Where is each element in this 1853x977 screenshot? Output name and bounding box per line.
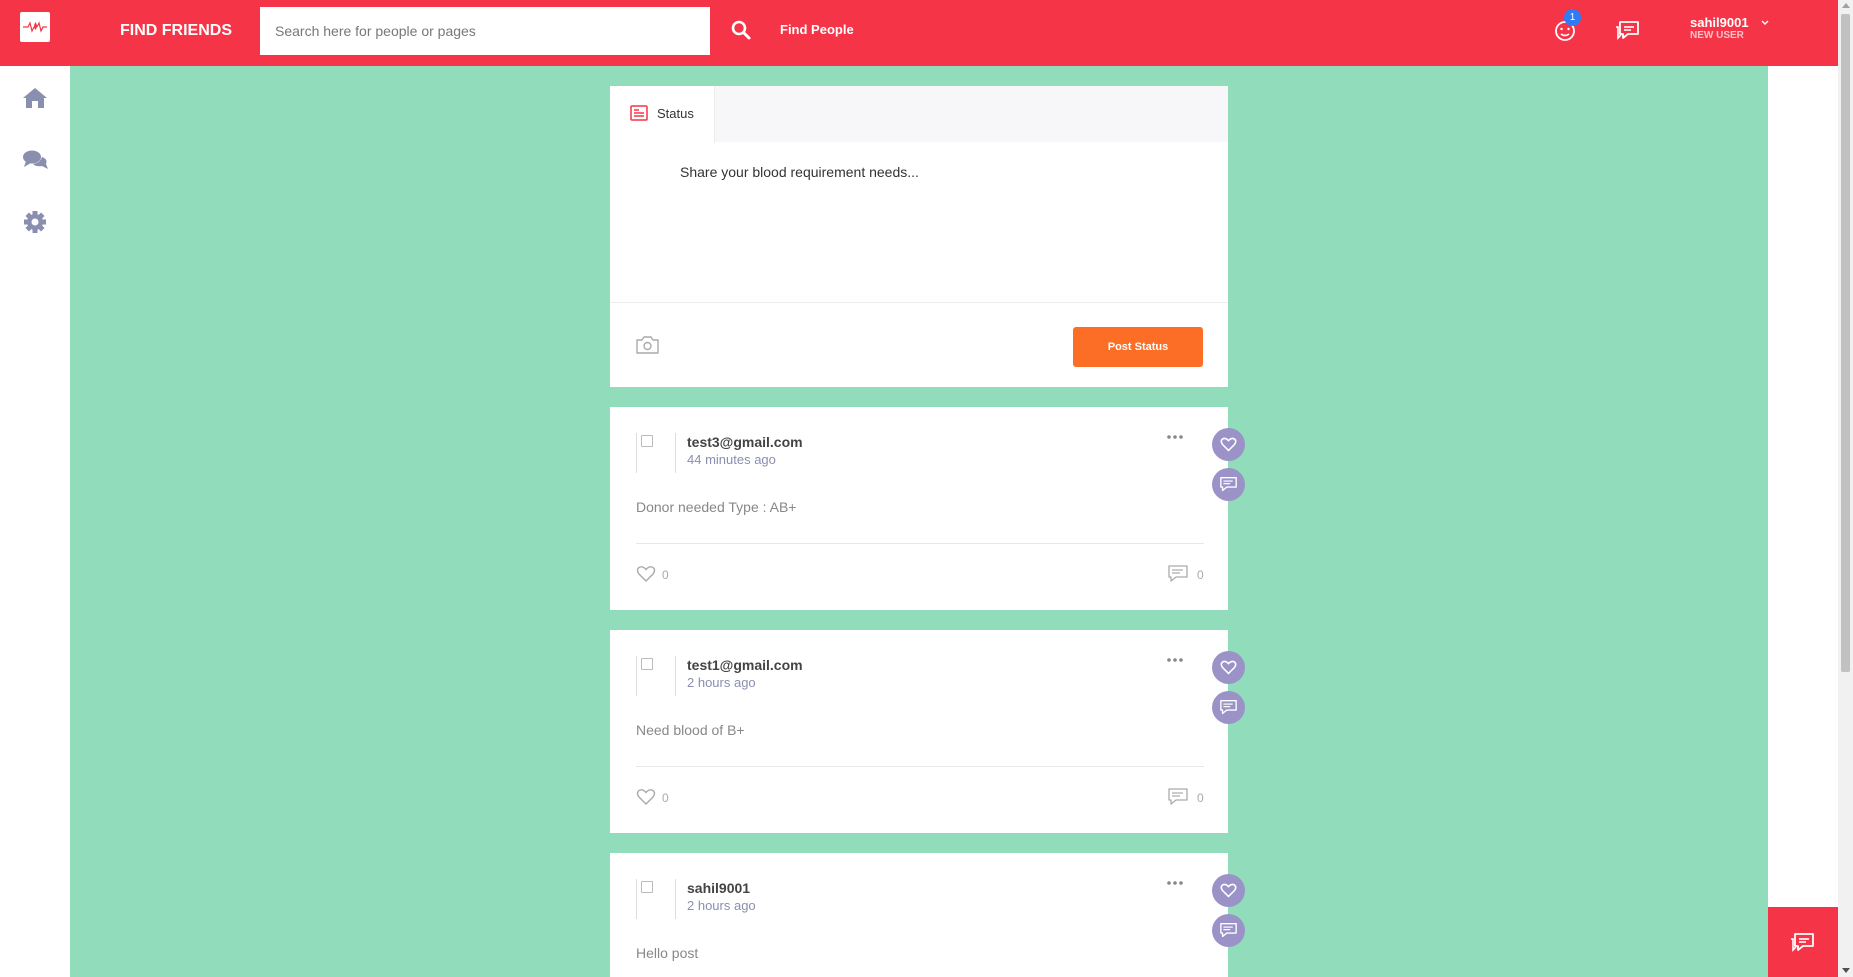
composer-divider <box>610 302 1228 303</box>
home-icon[interactable] <box>22 86 48 110</box>
open-chat-button[interactable] <box>1768 907 1838 977</box>
avatar[interactable] <box>636 879 676 919</box>
camera-icon[interactable] <box>635 335 660 355</box>
post-card: test1@gmail.com 2 hours ago Need blood o… <box>610 630 1228 833</box>
scroll-up-arrow-icon[interactable] <box>1842 3 1850 8</box>
comment-icon[interactable] <box>1168 565 1188 583</box>
like-float-button[interactable] <box>1212 428 1245 461</box>
scroll-down-arrow-icon[interactable] <box>1842 968 1850 973</box>
post-divider <box>636 543 1204 544</box>
post-divider <box>636 766 1204 767</box>
search-input[interactable] <box>260 7 710 55</box>
top-navbar: FIND FRIENDS Find People 1 sahil9001 NEW… <box>0 0 1838 66</box>
heart-icon <box>1220 660 1237 675</box>
avatar[interactable] <box>636 433 676 473</box>
left-sidebar <box>0 66 70 977</box>
comment-icon <box>1220 923 1237 938</box>
gear-icon[interactable] <box>22 210 48 234</box>
more-options-icon[interactable] <box>1165 655 1185 665</box>
like-float-button[interactable] <box>1212 651 1245 684</box>
heart-icon <box>1220 883 1237 898</box>
status-composer: Status Post Status <box>610 86 1228 387</box>
post-text: Hello post <box>636 945 699 961</box>
like-count: 0 <box>662 791 669 805</box>
comment-float-button[interactable] <box>1212 691 1245 724</box>
search-icon[interactable] <box>730 19 752 41</box>
app-logo[interactable] <box>20 12 50 42</box>
tab-status[interactable]: Status <box>610 86 715 143</box>
post-author[interactable]: sahil9001 <box>687 880 750 896</box>
chat-bubbles-icon[interactable] <box>22 148 48 172</box>
user-name[interactable]: sahil9001 <box>1690 15 1749 30</box>
comment-count: 0 <box>1197 568 1204 582</box>
post-author[interactable]: test1@gmail.com <box>687 657 803 673</box>
post-text: Donor needed Type : AB+ <box>636 499 797 515</box>
chevron-down-icon[interactable] <box>1760 18 1770 28</box>
comment-float-button[interactable] <box>1212 468 1245 501</box>
heart-icon[interactable] <box>636 565 656 583</box>
like-count: 0 <box>662 568 669 582</box>
post-author[interactable]: test3@gmail.com <box>687 434 803 450</box>
tab-status-label: Status <box>657 106 694 121</box>
comment-count: 0 <box>1197 791 1204 805</box>
comment-icon[interactable] <box>1168 788 1188 806</box>
avatar[interactable] <box>636 656 676 696</box>
right-panel <box>1768 66 1838 977</box>
comment-icon <box>1220 700 1237 715</box>
post-status-button[interactable]: Post Status <box>1073 327 1203 367</box>
heart-icon[interactable] <box>636 788 656 806</box>
post-text: Need blood of B+ <box>636 722 745 738</box>
comment-float-button[interactable] <box>1212 914 1245 947</box>
messages-icon <box>1791 933 1814 952</box>
composer-tabbar: Status <box>610 86 1228 143</box>
post-card: test3@gmail.com 44 minutes ago Donor nee… <box>610 407 1228 610</box>
post-card: sahil9001 2 hours ago Hello post <box>610 853 1228 977</box>
heart-icon <box>1220 437 1237 452</box>
like-float-button[interactable] <box>1212 874 1245 907</box>
comment-icon <box>1220 477 1237 492</box>
post-time: 2 hours ago <box>687 898 756 913</box>
user-role: NEW USER <box>1690 30 1744 41</box>
pulse-logo-icon <box>23 21 47 33</box>
post-time: 44 minutes ago <box>687 452 776 467</box>
more-options-icon[interactable] <box>1165 878 1185 888</box>
find-people-link[interactable]: Find People <box>780 22 854 37</box>
find-friends-title: FIND FRIENDS <box>120 22 232 39</box>
post-time: 2 hours ago <box>687 675 756 690</box>
status-textarea[interactable] <box>680 164 1200 254</box>
messages-icon[interactable] <box>1614 18 1644 44</box>
status-tab-icon <box>630 105 648 121</box>
scrollbar-thumb[interactable] <box>1841 14 1850 672</box>
more-options-icon[interactable] <box>1165 432 1185 442</box>
notification-badge: 1 <box>1564 9 1581 26</box>
